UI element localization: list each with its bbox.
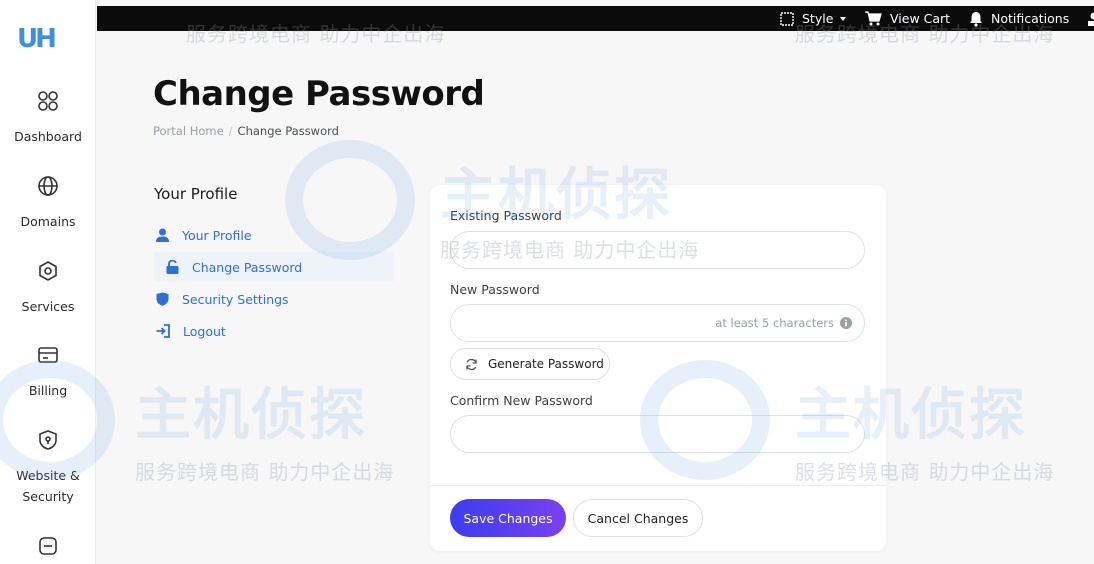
menu-item-label: Security Settings — [182, 291, 289, 307]
menu-item-label: Change Password — [192, 259, 303, 275]
change-password-card: Existing Password New Password at least … — [430, 185, 886, 551]
menu-item-label: Logout — [183, 323, 226, 339]
menu-item-change-password[interactable]: Change Password — [154, 252, 394, 282]
breadcrumb: Portal Home / Change Password — [153, 124, 339, 138]
sidebar-item-label: Dashboard — [14, 129, 82, 144]
notifications-button[interactable]: Notifications — [969, 9, 1069, 28]
watermark-big-text: 主机侦探 — [135, 383, 367, 448]
hexagon-gear-icon — [39, 261, 57, 281]
breadcrumb-current: Change Password — [237, 124, 339, 138]
minus-box-icon — [39, 537, 57, 555]
sidebar-item-dashboard[interactable]: Dashboard — [0, 90, 96, 147]
sidebar-item-website-security[interactable]: Website & Security — [0, 429, 96, 507]
sidebar-item-domains[interactable]: Domains — [0, 175, 96, 232]
menu-item-label: Your Profile — [182, 227, 252, 243]
logo-text: UH — [17, 24, 57, 54]
save-changes-button[interactable]: Save Changes — [450, 499, 566, 537]
refresh-icon — [466, 358, 477, 370]
sidebar-item-label: Website & Security — [16, 468, 80, 504]
logo[interactable]: UH — [17, 24, 57, 54]
breadcrumb-home-link[interactable]: Portal Home — [153, 124, 224, 138]
sidebar-item-label: Services — [21, 299, 75, 314]
sidebar: UH Dashboard Domains Services Billing We… — [0, 0, 96, 564]
logout-icon — [156, 324, 170, 338]
breadcrumb-separator: / — [228, 124, 233, 138]
globe-icon — [38, 176, 58, 196]
sidebar-item-label: Domains — [20, 214, 76, 229]
top-bar: Style View Cart Notifications — [97, 6, 1094, 31]
sidebar-item-services[interactable]: Services — [0, 260, 96, 317]
dashboard-grid-icon — [38, 91, 58, 111]
new-password-hint: at least 5 characters — [715, 316, 834, 330]
new-password-input[interactable]: at least 5 characters — [450, 304, 865, 342]
user-icon — [1088, 12, 1094, 26]
card-divider — [430, 485, 886, 486]
style-label: Style — [802, 11, 834, 26]
account-button[interactable] — [1087, 9, 1094, 28]
menu-item-your-profile[interactable]: Your Profile — [154, 220, 394, 250]
existing-password-label: Existing Password — [450, 208, 562, 223]
unlock-icon — [166, 260, 179, 274]
cart-icon — [865, 11, 882, 26]
bell-icon — [970, 11, 982, 27]
notifications-label: Notifications — [991, 11, 1070, 26]
new-password-label: New Password — [450, 282, 540, 297]
shield-icon — [156, 292, 169, 306]
sidebar-item-billing[interactable]: Billing — [0, 344, 96, 401]
watermark-small-text: 服务跨境电商 助力中企出海 — [135, 460, 395, 484]
generate-password-button[interactable]: Generate Password — [450, 348, 610, 380]
chevron-down-icon — [840, 16, 847, 21]
page-title: Change Password — [153, 74, 485, 114]
menu-item-logout[interactable]: Logout — [154, 316, 394, 346]
view-cart-button[interactable]: View Cart — [865, 9, 950, 28]
style-square-icon — [780, 11, 794, 26]
confirm-password-input[interactable] — [450, 415, 865, 453]
info-icon[interactable] — [840, 317, 852, 329]
generate-password-label: Generate Password — [488, 357, 604, 371]
view-cart-label: View Cart — [890, 11, 951, 26]
user-icon — [156, 228, 169, 242]
style-menu-button[interactable]: Style — [780, 9, 847, 28]
sidebar-item-more[interactable] — [0, 535, 96, 557]
credit-card-icon — [38, 347, 58, 363]
sidebar-item-label: Billing — [28, 383, 68, 398]
cancel-changes-button[interactable]: Cancel Changes — [573, 499, 703, 537]
confirm-password-label: Confirm New Password — [450, 393, 593, 408]
profile-menu-title: Your Profile — [154, 185, 238, 203]
existing-password-input[interactable] — [450, 231, 865, 269]
shield-icon — [39, 430, 57, 450]
menu-item-security-settings[interactable]: Security Settings — [154, 284, 394, 314]
